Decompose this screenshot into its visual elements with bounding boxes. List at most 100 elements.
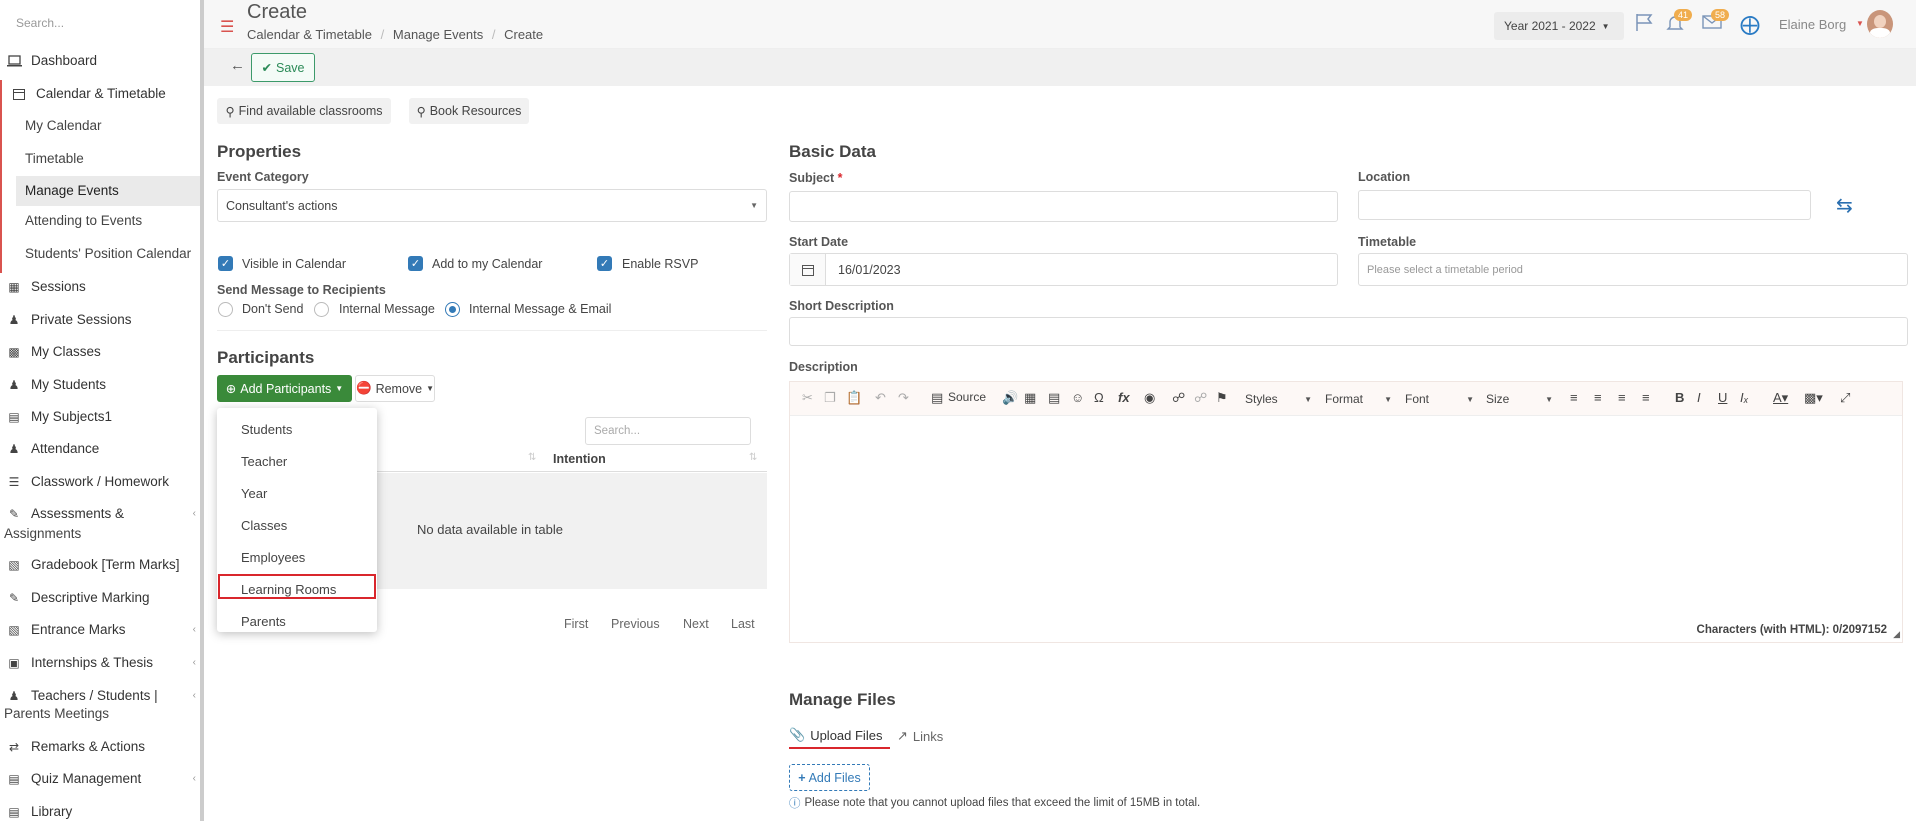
column-intention[interactable]: Intention xyxy=(553,452,606,466)
add-files-button[interactable]: + Add Files xyxy=(789,764,870,791)
year-selector[interactable]: Year 2021 - 2022 ▼ xyxy=(1494,12,1624,40)
horizontal-line-icon[interactable]: ▤ xyxy=(1048,390,1060,406)
table-icon[interactable]: ▦ xyxy=(1024,390,1036,406)
sidebar-scrollbar[interactable] xyxy=(200,0,204,821)
sidebar-item-dashboard[interactable]: Dashboard xyxy=(0,53,200,68)
enable-rsvp-checkbox[interactable]: ✓ xyxy=(597,256,612,271)
sidebar-item-remarks[interactable]: ⇄ Remarks & Actions xyxy=(0,739,200,754)
location-input[interactable] xyxy=(1358,190,1811,220)
align-center-icon[interactable]: ≡ xyxy=(1594,390,1602,405)
breadcrumb-calendar[interactable]: Calendar & Timetable xyxy=(247,27,372,42)
undo-icon[interactable]: ↶ xyxy=(875,390,886,406)
sidebar-item-entrance-marks[interactable]: ▧ Entrance Marks ‹ xyxy=(0,622,200,637)
sidebar-item-descriptive[interactable]: ✎ Descriptive Marking xyxy=(0,590,200,605)
clear-format-icon[interactable]: Iₓ xyxy=(1740,390,1749,405)
sidebar-item-quiz[interactable]: ▤ Quiz Management ‹ xyxy=(0,771,200,786)
sidebar-item-assessments[interactable]: ✎ Assessments & ‹ xyxy=(0,506,200,521)
link-icon[interactable]: ☍ xyxy=(1172,390,1185,406)
smiley-icon[interactable]: ☺ xyxy=(1071,390,1084,405)
sidebar-item-attendance[interactable]: ♟ Attendance xyxy=(0,441,200,456)
menu-item-year[interactable]: Year xyxy=(241,486,267,501)
user-name[interactable]: Elaine Borg xyxy=(1779,17,1846,32)
sidebar-item-my-subjects[interactable]: ▤ My Subjects1 xyxy=(0,409,200,424)
underline-icon[interactable]: U xyxy=(1718,390,1727,405)
bg-color-icon[interactable]: ▩▾ xyxy=(1804,390,1823,406)
source-icon[interactable]: ▤ xyxy=(931,390,943,406)
back-arrow-icon[interactable]: ← xyxy=(230,57,245,74)
participants-search-input[interactable]: Search... xyxy=(585,417,751,445)
tab-upload-files[interactable]: 📎 Upload Files xyxy=(789,723,891,749)
italic-icon[interactable]: I xyxy=(1697,390,1701,405)
event-category-select[interactable]: Consultant's actions ▼ xyxy=(217,189,767,222)
sort-icon[interactable]: ⇅ xyxy=(528,452,536,463)
remove-button[interactable]: ⛔ Remove ▼ xyxy=(355,375,435,402)
sidebar-item-library[interactable]: ▤ Library xyxy=(0,804,200,819)
redo-icon[interactable]: ↷ xyxy=(898,390,909,406)
sidebar-item-timetable[interactable]: Timetable xyxy=(25,151,84,166)
size-select[interactable]: Size ▼ xyxy=(1486,388,1556,410)
visible-in-calendar-checkbox[interactable]: ✓ xyxy=(218,256,233,271)
align-left-icon[interactable]: ≡ xyxy=(1570,390,1578,405)
sidebar-item-private-sessions[interactable]: ♟ Private Sessions xyxy=(0,312,200,327)
radio-internal-message[interactable] xyxy=(314,302,329,317)
copy-icon[interactable]: ❐ xyxy=(824,390,836,406)
font-select[interactable]: Font ▼ xyxy=(1405,388,1477,410)
menu-item-employees[interactable]: Employees xyxy=(241,550,305,565)
bold-icon[interactable]: B xyxy=(1675,390,1684,405)
calendar-icon[interactable] xyxy=(790,254,826,285)
sidebar-search-input[interactable]: Search... xyxy=(16,16,64,30)
cut-icon[interactable]: ✂ xyxy=(802,390,813,406)
anchor-flag-icon[interactable]: ⚑ xyxy=(1216,390,1228,406)
justify-icon[interactable]: ≡ xyxy=(1642,390,1650,405)
tab-links[interactable]: ↗ Links xyxy=(897,723,943,749)
pager-previous[interactable]: Previous xyxy=(611,617,660,631)
radio-internal-email[interactable] xyxy=(445,302,460,317)
add-layers-icon[interactable]: ⨁ xyxy=(1740,12,1760,37)
radio-dont-send[interactable] xyxy=(218,302,233,317)
omega-icon[interactable]: Ω xyxy=(1094,390,1104,405)
start-date-input[interactable]: 16/01/2023 xyxy=(789,253,1338,286)
breadcrumb-manage-events[interactable]: Manage Events xyxy=(393,27,483,42)
sidebar-item-gradebook[interactable]: ▧ Gradebook [Term Marks] xyxy=(0,557,200,572)
sidebar-item-classwork[interactable]: ☰ Classwork / Homework xyxy=(0,474,200,489)
menu-item-teacher[interactable]: Teacher xyxy=(241,454,287,469)
sidebar-item-internships[interactable]: ▣ Internships & Thesis ‹ xyxy=(0,655,200,670)
sidebar-item-students-position[interactable]: Students' Position Calendar xyxy=(25,246,191,261)
short-description-input[interactable] xyxy=(789,317,1908,346)
pager-first[interactable]: First xyxy=(564,617,588,631)
menu-item-classes[interactable]: Classes xyxy=(241,518,287,533)
avatar[interactable] xyxy=(1867,10,1893,38)
sidebar-item-calendar-timetable[interactable]: Calendar & Timetable ⌵ xyxy=(0,86,200,101)
sidebar-item-sessions[interactable]: ▦ Sessions xyxy=(0,279,200,294)
timetable-select[interactable]: Please select a timetable period xyxy=(1358,253,1908,286)
sort-icon[interactable]: ⇅ xyxy=(749,452,757,463)
globe-icon[interactable]: ◉ xyxy=(1144,390,1155,406)
text-color-icon[interactable]: A▾ xyxy=(1773,390,1788,406)
add-participants-button[interactable]: ⊕ Add Participants ▼ xyxy=(217,375,352,402)
flag-icon[interactable] xyxy=(1634,12,1654,35)
description-editor[interactable]: ✂ ❐ 📋 ↶ ↷ ▤ Source 🔊 ▦ ▤ ☺ Ω fx ◉ ☍ ☍ ⚑ … xyxy=(789,381,1903,643)
pager-last[interactable]: Last xyxy=(731,617,755,631)
sidebar-item-meetings[interactable]: ♟ Teachers / Students | ‹ xyxy=(0,688,200,703)
format-select[interactable]: Format ▼ xyxy=(1325,388,1395,410)
sidebar-item-my-calendar[interactable]: My Calendar xyxy=(25,118,102,133)
swap-icon[interactable]: ⇆ xyxy=(1836,193,1853,218)
maximize-icon[interactable]: ⤢ xyxy=(1840,390,1850,406)
align-right-icon[interactable]: ≡ xyxy=(1618,390,1626,405)
menu-item-students[interactable]: Students xyxy=(241,422,292,437)
book-resources-button[interactable]: ⚲ Book Resources xyxy=(409,98,529,124)
pager-next[interactable]: Next xyxy=(683,617,709,631)
sidebar-item-attending-events[interactable]: Attending to Events xyxy=(25,213,142,228)
sidebar-item-my-classes[interactable]: ▩ My Classes xyxy=(0,344,200,359)
paste-icon[interactable]: 📋 xyxy=(846,390,862,406)
find-classrooms-button[interactable]: ⚲ Find available classrooms xyxy=(217,98,391,124)
subject-input[interactable] xyxy=(789,191,1338,222)
sidebar-item-manage-events[interactable]: Manage Events xyxy=(25,183,119,198)
sidebar-item-my-students[interactable]: ♟ My Students xyxy=(0,377,200,392)
hamburger-menu-icon[interactable]: ☰ xyxy=(220,17,234,37)
add-to-calendar-checkbox[interactable]: ✓ xyxy=(408,256,423,271)
source-button[interactable]: Source xyxy=(948,390,986,404)
menu-item-parents[interactable]: Parents xyxy=(241,614,286,629)
formula-icon[interactable]: fx xyxy=(1118,390,1130,405)
unlink-icon[interactable]: ☍ xyxy=(1194,390,1207,406)
